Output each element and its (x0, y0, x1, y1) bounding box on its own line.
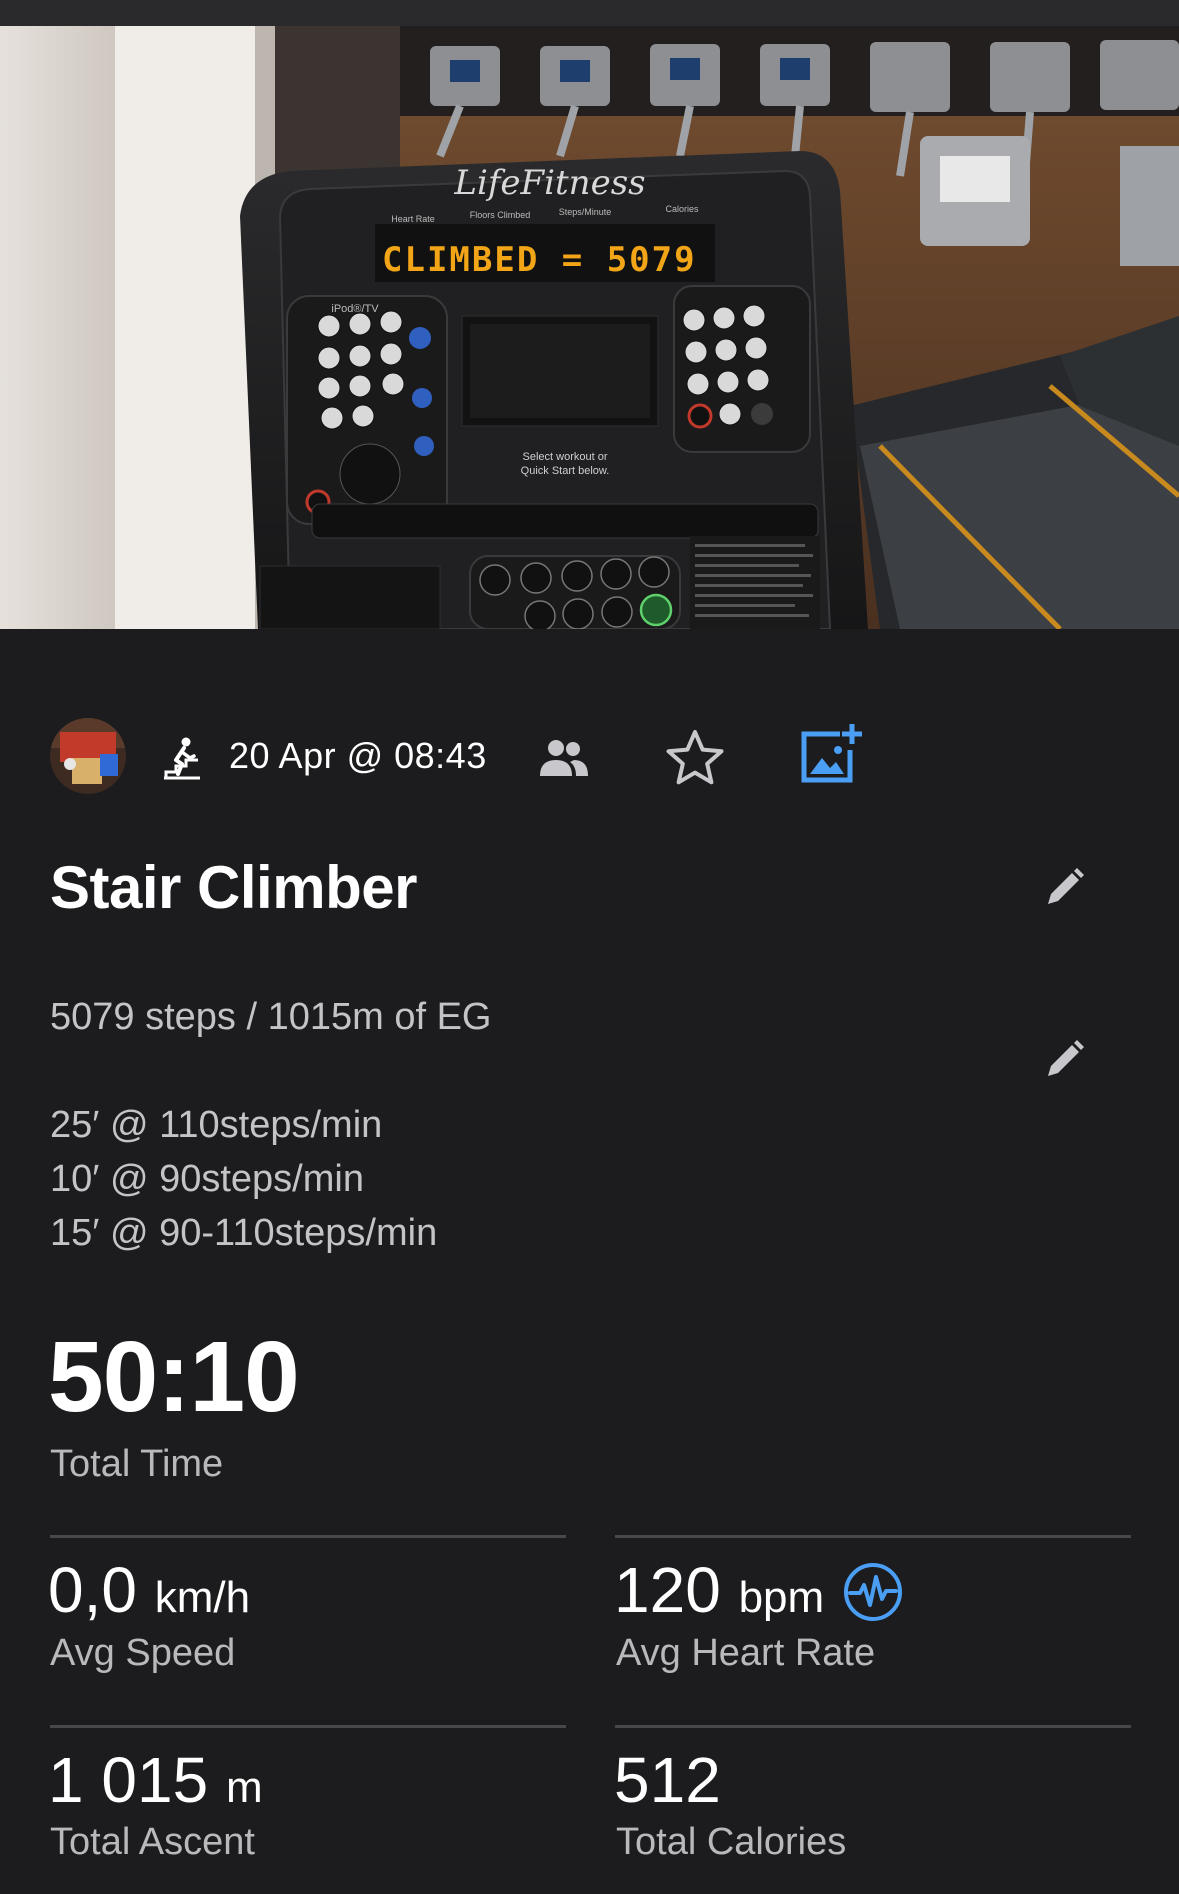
svg-text:Heart Rate: Heart Rate (391, 214, 435, 224)
star-icon[interactable] (664, 728, 726, 788)
avg-speed-number: 0,0 (48, 1554, 137, 1626)
description-line-1: 5079 steps / 1015m of EG (50, 996, 492, 1038)
stair-climber-icon (164, 737, 200, 780)
total-calories-label: Total Calories (616, 1821, 847, 1863)
people-icon[interactable] (536, 738, 590, 778)
stats-divider (615, 1725, 1131, 1728)
brand-logo: LifeFitness (453, 163, 645, 203)
avg-heart-rate-label: Avg Heart Rate (616, 1632, 876, 1674)
total-time-label: Total Time (50, 1443, 224, 1485)
svg-text:Quick Start below.: Quick Start below. (521, 465, 610, 477)
total-ascent-unit: m (225, 1763, 263, 1812)
activity-date: 20 Apr @ 08:43 (229, 735, 487, 776)
total-calories-value: 512 (614, 1742, 721, 1818)
avg-heart-rate-value: 120 bpm (614, 1552, 824, 1636)
stats-divider (50, 1535, 566, 1538)
total-calories-number: 512 (614, 1744, 721, 1816)
svg-text:Select workout or: Select workout or (523, 451, 608, 463)
status-bar (0, 0, 1179, 26)
activity-meta-row: 20 Apr @ 08:43 (50, 718, 1150, 794)
console-led-display: CLIMBED = 5079 (382, 240, 697, 280)
add-photo-icon[interactable] (798, 722, 862, 786)
svg-text:Steps/Minute: Steps/Minute (559, 207, 612, 217)
avg-heart-rate-number: 120 (614, 1554, 721, 1626)
avg-speed-label: Avg Speed (50, 1632, 236, 1674)
description-line-2: 25′ @ 110steps/min (50, 1104, 383, 1146)
stats-divider (615, 1535, 1131, 1538)
svg-text:Calories: Calories (665, 204, 699, 214)
total-time-value: 50:10 (48, 1321, 300, 1433)
svg-text:Floors Climbed: Floors Climbed (470, 210, 531, 220)
svg-text:iPod®/TV: iPod®/TV (331, 303, 379, 315)
photo-illustration: LifeFitness Heart Rate Floors Climbed St… (0, 26, 1179, 629)
heart-rate-icon[interactable] (842, 1561, 904, 1623)
avg-speed-value: 0,0 km/h (48, 1552, 250, 1636)
edit-title-pencil-icon[interactable] (1042, 866, 1086, 910)
total-ascent-label: Total Ascent (50, 1821, 255, 1863)
avg-speed-unit: km/h (154, 1573, 251, 1622)
total-ascent-value: 1 015 m (48, 1742, 263, 1826)
avg-heart-rate-unit: bpm (738, 1573, 825, 1622)
avatar[interactable] (50, 718, 126, 794)
description-line-4: 15′ @ 90-110steps/min (50, 1212, 438, 1254)
description-line-3: 10′ @ 90steps/min (50, 1158, 364, 1200)
activity-photo[interactable]: LifeFitness Heart Rate Floors Climbed St… (0, 26, 1179, 629)
total-ascent-number: 1 015 (48, 1744, 209, 1816)
activity-title: Stair Climber (50, 854, 417, 921)
edit-description-pencil-icon[interactable] (1042, 1038, 1086, 1082)
stats-divider (50, 1725, 566, 1728)
